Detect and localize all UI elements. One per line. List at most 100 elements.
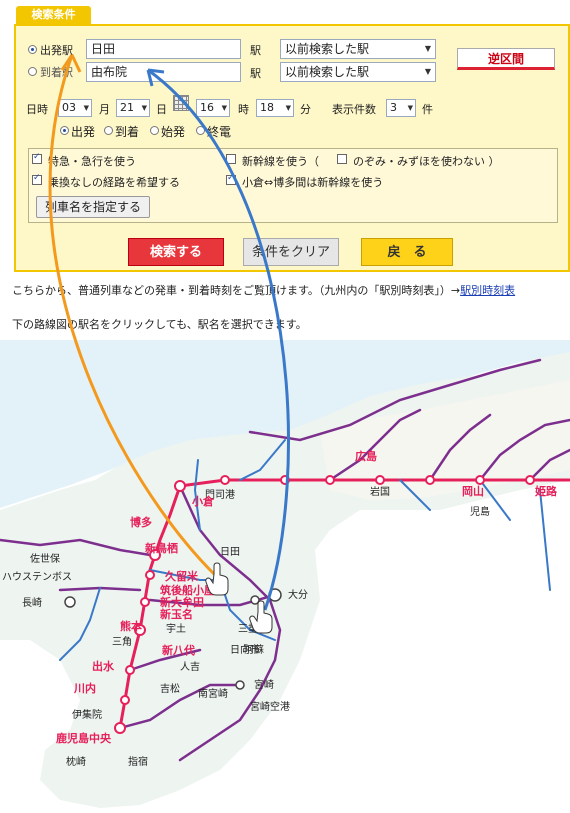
station-uto[interactable]: 宇土 xyxy=(166,622,186,635)
kokura-hakata-label: 小倉⇔博多間は新幹線を使う xyxy=(242,176,384,189)
search-conditions-tab: 検索条件 xyxy=(16,6,91,24)
station-suffix: 駅 xyxy=(250,44,261,57)
station-ijuin[interactable]: 伊集院 xyxy=(72,708,102,721)
specify-train-name-button[interactable]: 列車名を指定する xyxy=(36,196,150,218)
chevron-down-icon: ▼ xyxy=(141,104,147,112)
time-type-last-label: 終電 xyxy=(207,125,232,139)
calendar-icon[interactable] xyxy=(173,95,189,111)
station-shin-yatsushiro[interactable]: 新八代 xyxy=(162,643,195,657)
hour-label: 時 xyxy=(238,103,249,116)
time-type-first-radio[interactable] xyxy=(150,126,159,135)
express-label: 特急・急行を使う xyxy=(48,155,136,168)
departure-label: 出発駅 xyxy=(40,44,73,57)
chevron-down-icon: ▼ xyxy=(424,67,431,76)
station-izumi[interactable]: 出水 xyxy=(92,659,115,673)
search-panel: 出発駅 到着駅 日田 由布院 駅 駅 以前検索した駅 ▼ 以前検索した駅 ▼ 逆… xyxy=(14,24,570,272)
month-label: 月 xyxy=(99,103,110,116)
departure-radio[interactable] xyxy=(28,45,37,54)
nozomi-checkbox[interactable] xyxy=(337,154,347,164)
nozomi-label: のぞみ・みずほを使わない ） xyxy=(353,155,500,168)
station-misumi[interactable]: 三角 xyxy=(112,636,132,648)
route-map-svg: 門司港 佐世保 ハウステンボス 長崎 日田 大分 阿蘇 三重町 日向市 宮崎 宮… xyxy=(0,340,570,808)
station-timetable-link[interactable]: 駅別時刻表 xyxy=(460,284,515,297)
month-value: 03 xyxy=(62,101,76,114)
chevron-down-icon: ▼ xyxy=(407,104,413,112)
station-chikugo-funagoya[interactable]: 筑後船小屋 xyxy=(160,583,215,597)
datetime-label: 日時 xyxy=(26,103,48,116)
shinkansen-checkbox[interactable] xyxy=(226,154,236,164)
station-huis-ten-bosch[interactable]: ハウステンボス xyxy=(2,571,72,583)
time-type-first-label: 始発 xyxy=(161,125,186,139)
station-miyazaki[interactable]: 宮崎 xyxy=(254,678,274,691)
station-hitoyoshi[interactable]: 人吉 xyxy=(180,661,200,673)
station-shin-tamana[interactable]: 新玉名 xyxy=(160,607,193,621)
station-okayama[interactable]: 岡山 xyxy=(462,484,484,498)
time-type-arrival-radio[interactable] xyxy=(104,126,113,135)
map-instruction-note: 下の路線図の駅名をクリックしても、駅名を選択できます。 xyxy=(12,318,307,331)
station-sasebo[interactable]: 佐世保 xyxy=(30,552,60,565)
arrival-radio[interactable] xyxy=(28,67,37,76)
prev-arrival-value: 以前検索した駅 xyxy=(285,65,370,79)
prev-arrival-select[interactable]: 以前検索した駅 ▼ xyxy=(280,62,436,82)
station-makurazaki[interactable]: 枕崎 xyxy=(66,755,86,768)
reverse-route-button[interactable]: 逆区間 xyxy=(457,48,555,70)
hour-select[interactable]: 16 ▼ xyxy=(196,99,230,117)
display-count-value: 3 xyxy=(390,101,397,114)
station-iwakuni[interactable]: 岩国 xyxy=(370,485,390,498)
station-ibusuki[interactable]: 指宿 xyxy=(128,755,148,768)
display-count-select[interactable]: 3 ▼ xyxy=(386,99,416,117)
station-kojima[interactable]: 児島 xyxy=(470,505,490,518)
timetable-note-text: こちらから、普通列車などの発車・到着時刻をご覧頂けます。（九州内の「駅別時刻表」… xyxy=(12,284,461,297)
time-type-last-radio[interactable] xyxy=(196,126,205,135)
chevron-down-icon: ▼ xyxy=(83,104,89,112)
time-type-departure-radio[interactable] xyxy=(60,126,69,135)
prev-departure-value: 以前検索した駅 xyxy=(285,42,370,56)
station-hyuga[interactable]: 日向市 xyxy=(230,643,260,656)
clear-conditions-button[interactable]: 条件をクリア xyxy=(243,238,339,266)
back-button[interactable]: 戻 る xyxy=(361,238,453,266)
station-sendai[interactable]: 川内 xyxy=(73,681,96,695)
minute-select[interactable]: 18 ▼ xyxy=(256,99,294,117)
station-hita[interactable]: 日田 xyxy=(220,547,240,558)
shinkansen-label: 新幹線を使う（ xyxy=(242,155,319,168)
station-kumamoto[interactable]: 熊本 xyxy=(120,619,142,633)
station-nagasaki[interactable]: 長崎 xyxy=(22,596,42,609)
arrival-station-input[interactable]: 由布院 xyxy=(86,62,241,82)
minute-value: 18 xyxy=(260,101,274,114)
station-kagoshima-chuo[interactable]: 鹿児島中央 xyxy=(56,731,112,745)
chevron-down-icon: ▼ xyxy=(285,104,291,112)
express-checkbox[interactable] xyxy=(32,152,42,164)
display-count-label: 表示件数 xyxy=(332,103,376,116)
station-kurume[interactable]: 久留米 xyxy=(165,569,199,583)
search-button[interactable]: 検索する xyxy=(128,238,224,266)
station-hakata[interactable]: 博多 xyxy=(130,515,152,529)
station-suffix: 駅 xyxy=(250,67,261,80)
chevron-down-icon: ▼ xyxy=(221,104,227,112)
station-shin-tosu[interactable]: 新鳥栖 xyxy=(145,541,178,555)
departure-station-input[interactable]: 日田 xyxy=(86,39,241,59)
route-map: 門司港 佐世保 ハウステンボス 長崎 日田 大分 阿蘇 三重町 日向市 宮崎 宮… xyxy=(0,340,570,810)
month-select[interactable]: 03 ▼ xyxy=(58,99,92,117)
date-select[interactable]: 21 ▼ xyxy=(116,99,150,117)
station-yoshimatsu[interactable]: 吉松 xyxy=(160,682,180,695)
date-label: 日 xyxy=(156,103,167,116)
time-type-departure-label: 出発 xyxy=(71,125,96,139)
station-himeji[interactable]: 姫路 xyxy=(535,484,558,498)
time-type-arrival-label: 到着 xyxy=(115,125,140,139)
prev-departure-select[interactable]: 以前検索した駅 ▼ xyxy=(280,39,436,59)
no-transfer-checkbox[interactable] xyxy=(32,173,42,185)
station-miyazaki-airport[interactable]: 宮崎空港 xyxy=(250,700,290,713)
minute-label: 分 xyxy=(300,103,311,116)
arrival-label: 到着駅 xyxy=(40,66,73,79)
date-value: 21 xyxy=(120,101,134,114)
chevron-down-icon: ▼ xyxy=(424,44,431,53)
count-unit: 件 xyxy=(422,103,433,116)
station-hiroshima[interactable]: 広島 xyxy=(355,449,377,463)
hour-value: 16 xyxy=(200,101,214,114)
station-shin-omuta[interactable]: 新大牟田 xyxy=(160,595,204,609)
kokura-hakata-checkbox[interactable] xyxy=(226,173,236,185)
station-oita[interactable]: 大分 xyxy=(288,588,308,601)
station-mie[interactable]: 三重町 xyxy=(238,622,268,635)
station-minamimiyazaki[interactable]: 南宮崎 xyxy=(198,687,228,700)
station-kokura[interactable]: 小倉 xyxy=(191,494,215,508)
